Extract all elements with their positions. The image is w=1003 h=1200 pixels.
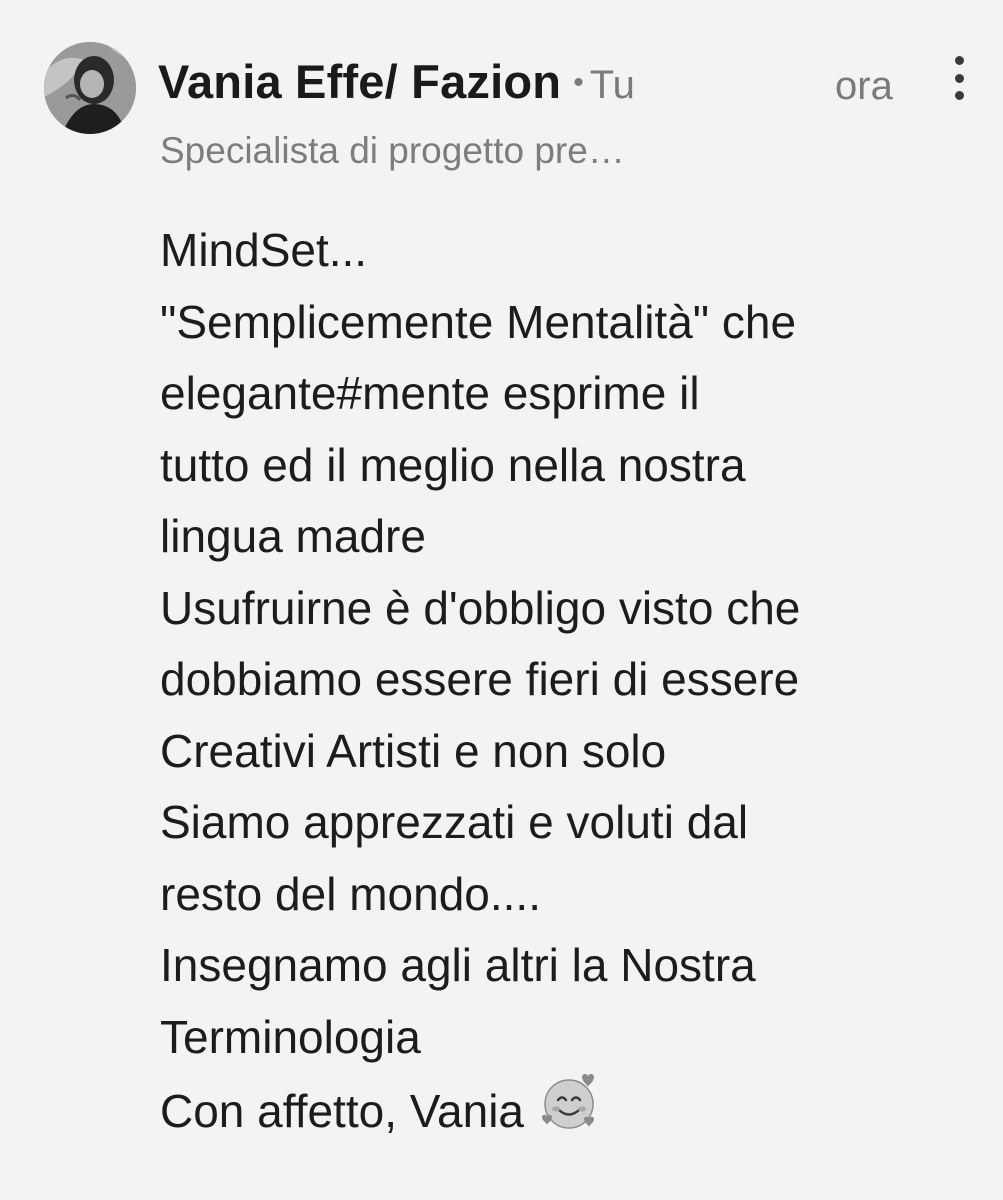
- separator-dot: •: [573, 66, 584, 99]
- more-dot-icon: [954, 91, 964, 100]
- smiling-face-with-hearts-icon: [538, 1073, 600, 1135]
- more-options-button[interactable]: [942, 56, 976, 100]
- comment-body: MindSet... "Semplicemente Mentalità" che…: [160, 215, 980, 1148]
- comment-body-line: Insegnamo agli altri la Nostra: [160, 939, 756, 991]
- comment-body-line: elegante#mente esprime il: [160, 367, 700, 419]
- more-dot-icon: [954, 56, 964, 65]
- comment-body-line: resto del mondo....: [160, 867, 541, 920]
- avatar[interactable]: [44, 42, 136, 134]
- comment-body-line: Creativi Artisti e non solo: [160, 724, 667, 777]
- more-dot-icon: [954, 73, 964, 83]
- comment-body-last-line: Con affetto, Vania: [160, 1073, 980, 1148]
- author-name[interactable]: Vania Effe/ Fazion: [158, 54, 561, 109]
- comment-body-line: Usufruirne è d'obbligo visto che: [160, 581, 801, 634]
- author-headline: Specialista di progetto pre…: [160, 130, 625, 171]
- comment-body-line: Siamo apprezzati e voluti dal: [160, 796, 749, 848]
- comment-timestamp: ora: [835, 64, 893, 108]
- comment-body-line: Terminologia: [160, 1010, 421, 1063]
- comment-card: Vania Effe/ Fazion • Tu ora Specialista …: [0, 0, 1003, 1200]
- comment-body-line: tutto ed il meglio nella nostra: [160, 438, 746, 491]
- comment-body-line: dobbiamo essere fieri di essere: [160, 653, 800, 705]
- avatar-photo-icon: [44, 42, 136, 134]
- comment-header: Vania Effe/ Fazion • Tu: [158, 54, 635, 120]
- author-relation: Tu: [589, 63, 635, 107]
- comment-signoff: Con affetto, Vania: [160, 1085, 525, 1137]
- comment-body-line: lingua madre: [160, 510, 426, 562]
- comment-body-line: "Semplicemente Mentalità" che: [160, 295, 797, 348]
- comment-body-line: MindSet...: [160, 224, 368, 276]
